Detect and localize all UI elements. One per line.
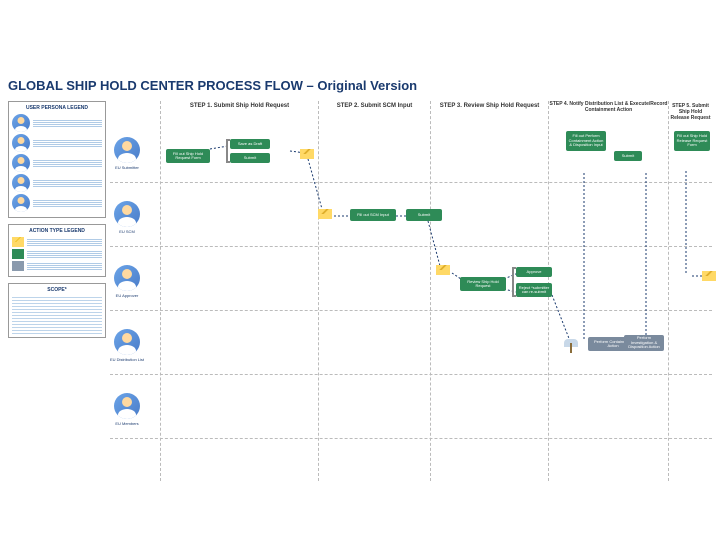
col-step5: STEP 5. Submit Ship Hold Release Request bbox=[668, 101, 712, 481]
system-action-icon bbox=[12, 261, 24, 271]
col-header: STEP 3. Review Ship Hold Request bbox=[431, 103, 548, 109]
persona-icon bbox=[12, 194, 30, 212]
box-reject: Reject *submitter can re-submit bbox=[516, 283, 552, 297]
legend-text bbox=[27, 262, 102, 270]
persona-legend: USER PERSONA LEGEND bbox=[8, 101, 106, 218]
envelope-icon bbox=[702, 271, 716, 281]
page-title: GLOBAL SHIP HOLD CENTER PROCESS FLOW – O… bbox=[8, 78, 712, 93]
envelope-icon bbox=[436, 265, 450, 275]
box-perform-investigation: Perform Investigation & Disposition Acti… bbox=[624, 335, 664, 351]
user-action-icon bbox=[12, 249, 24, 259]
legend-text bbox=[33, 159, 102, 167]
legend-text bbox=[33, 179, 102, 187]
diagram-canvas: USER PERSONA LEGEND ACTION TYPE LEGEND S… bbox=[8, 101, 712, 481]
scope-legend: SCOPE* bbox=[8, 283, 106, 338]
legend-text bbox=[33, 119, 102, 127]
envelope-icon bbox=[318, 209, 332, 219]
box-submit1: Submit bbox=[230, 153, 270, 163]
persona-icon bbox=[12, 154, 30, 172]
box-fill-containment: Fill out Perform Containment Action & Di… bbox=[566, 131, 606, 151]
box-fill-scm: Fill out SCM Input bbox=[350, 209, 396, 221]
col-step2: STEP 2. Submit SCM Input bbox=[318, 101, 430, 481]
legend-text bbox=[27, 238, 102, 246]
box-save-draft: Save as Draft bbox=[230, 139, 270, 149]
col-header: STEP 4. Notify Distribution List & Execu… bbox=[549, 101, 668, 113]
legend-text bbox=[33, 139, 102, 147]
persona-icon bbox=[12, 134, 30, 152]
legend-text bbox=[27, 250, 102, 258]
col-header: STEP 5. Submit Ship Hold Release Request bbox=[669, 103, 712, 121]
envelope-icon bbox=[300, 149, 314, 159]
persona-icon bbox=[12, 114, 30, 132]
col-step4: STEP 4. Notify Distribution List & Execu… bbox=[548, 101, 668, 481]
col-header: STEP 2. Submit SCM Input bbox=[319, 103, 430, 109]
mailbox-icon bbox=[562, 337, 580, 353]
envelope-icon bbox=[12, 237, 24, 247]
legend-panel: USER PERSONA LEGEND ACTION TYPE LEGEND S… bbox=[8, 101, 106, 344]
persona-legend-title: USER PERSONA LEGEND bbox=[12, 105, 102, 111]
persona-icon bbox=[12, 174, 30, 192]
scope-text bbox=[12, 296, 102, 334]
legend-text bbox=[33, 199, 102, 207]
box-submit-containment: Submit bbox=[614, 151, 642, 161]
action-legend: ACTION TYPE LEGEND bbox=[8, 224, 106, 277]
brace-icon bbox=[512, 267, 516, 297]
scope-legend-title: SCOPE* bbox=[12, 287, 102, 293]
box-submit2: Submit bbox=[406, 209, 442, 221]
box-fill-release: Fill out Ship Hold Release Request Form bbox=[674, 131, 710, 151]
box-approve: Approve bbox=[516, 267, 552, 277]
box-fill-ship-hold: Fill out Ship Hold Request Form bbox=[166, 149, 210, 163]
col-header: STEP 1. Submit Ship Hold Request bbox=[161, 103, 318, 109]
brace-icon bbox=[226, 139, 230, 163]
box-review: Review Ship Hold Request bbox=[460, 277, 506, 291]
action-legend-title: ACTION TYPE LEGEND bbox=[12, 228, 102, 234]
